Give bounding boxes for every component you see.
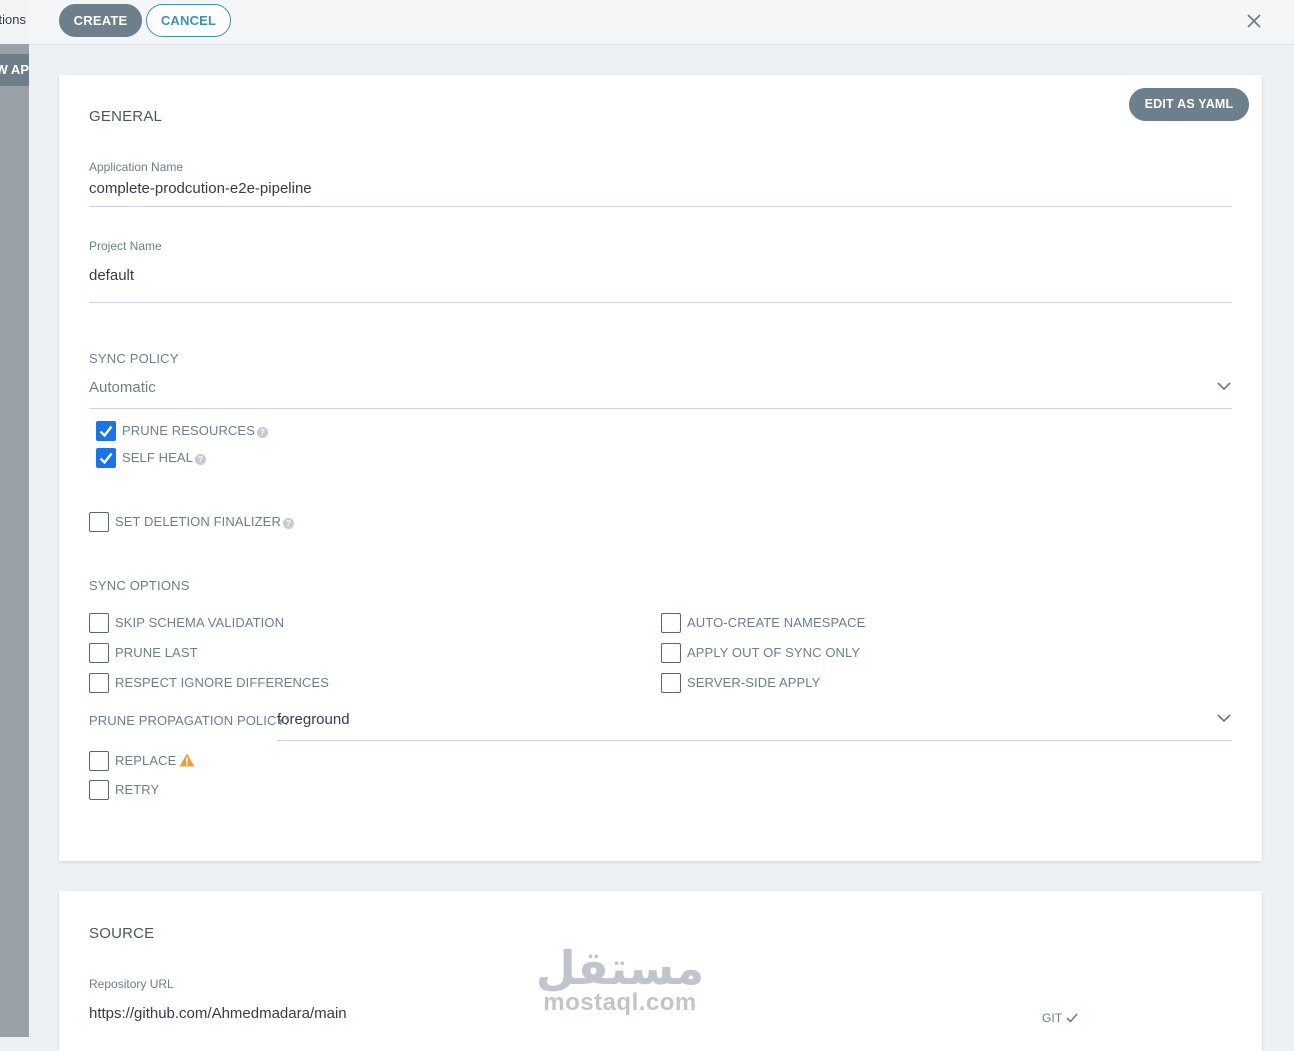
panel-toolbar: CREATE CANCEL <box>29 0 1294 45</box>
auto-create-namespace-checkbox[interactable] <box>661 613 681 633</box>
self-heal-checkbox[interactable] <box>96 448 116 468</box>
sync-policy-underline <box>89 408 1232 409</box>
set-deletion-finalizer-text: SET DELETION FINALIZER <box>115 514 281 529</box>
general-section-title: GENERAL <box>89 108 163 125</box>
respect-ignore-differences-checkbox[interactable] <box>89 673 109 693</box>
sidebar-nav-item[interactable]: tions <box>0 0 29 44</box>
cancel-button[interactable]: CANCEL <box>146 4 231 37</box>
server-side-apply-checkbox[interactable] <box>661 673 681 693</box>
prune-last-checkbox[interactable] <box>89 643 109 663</box>
close-icon[interactable] <box>1243 10 1265 32</box>
chevron-down-icon <box>1217 714 1231 723</box>
retry-checkbox[interactable] <box>89 780 109 800</box>
server-side-apply-label: SERVER-SIDE APPLY <box>687 675 821 690</box>
prune-propagation-value: foreground <box>277 711 350 728</box>
help-icon[interactable]: ? <box>282 518 294 529</box>
sidebar-new-app-button[interactable]: W AP <box>0 54 29 86</box>
prune-resources-text: PRUNE RESOURCES <box>122 423 255 438</box>
skip-schema-validation-checkbox[interactable] <box>89 613 109 633</box>
checkmark-icon <box>99 452 113 465</box>
watermark-arabic: مستقل <box>535 941 705 995</box>
sidebar-nav-label: tions <box>0 12 26 27</box>
warning-icon[interactable] <box>179 753 195 767</box>
project-name-underline <box>89 302 1232 303</box>
sync-options-title: SYNC OPTIONS <box>89 578 190 593</box>
watermark-logo: مستقل mostaql.com <box>535 945 705 1015</box>
application-name-input[interactable]: complete-prodcution-e2e-pipeline <box>89 180 312 197</box>
auto-create-namespace-label: AUTO-CREATE NAMESPACE <box>687 615 866 630</box>
repo-type-label: GIT <box>1042 1011 1063 1025</box>
edit-as-yaml-button[interactable]: EDIT AS YAML <box>1129 88 1249 121</box>
retry-label: RETRY <box>115 782 160 797</box>
project-name-label: Project Name <box>89 239 162 253</box>
application-name-underline <box>89 206 1232 207</box>
prune-resources-checkbox[interactable] <box>96 421 116 441</box>
prune-last-label: PRUNE LAST <box>115 645 198 660</box>
prune-propagation-underline <box>277 740 1232 741</box>
prune-resources-label: PRUNE RESOURCES? <box>122 423 268 438</box>
general-card: EDIT AS YAML GENERAL Application Name co… <box>59 75 1262 861</box>
create-application-panel: CREATE CANCEL EDIT AS YAML GENERAL Appli… <box>29 0 1294 1051</box>
help-icon[interactable]: ? <box>256 427 268 438</box>
repo-type-selector[interactable]: GIT <box>1042 1011 1078 1025</box>
repository-url-input[interactable]: https://github.com/Ahmedmadara/main <box>89 1005 347 1022</box>
set-deletion-finalizer-label: SET DELETION FINALIZER? <box>115 514 294 529</box>
project-name-input[interactable]: default <box>89 267 134 284</box>
checkmark-icon <box>99 425 113 438</box>
chevron-down-icon <box>1217 382 1231 391</box>
respect-ignore-differences-label: RESPECT IGNORE DIFFERENCES <box>115 675 330 690</box>
source-section-title: SOURCE <box>89 925 155 942</box>
replace-checkbox[interactable] <box>89 751 109 771</box>
watermark-latin: mostaql.com <box>543 989 697 1016</box>
skip-schema-validation-label: SKIP SCHEMA VALIDATION <box>115 615 285 630</box>
sync-policy-value: Automatic <box>89 379 156 396</box>
apply-out-of-sync-only-checkbox[interactable] <box>661 643 681 663</box>
sync-policy-title: SYNC POLICY <box>89 351 179 366</box>
repository-url-label: Repository URL <box>89 977 174 991</box>
apply-out-of-sync-only-label: APPLY OUT OF SYNC ONLY <box>687 645 861 660</box>
background-sidebar: tions W AP <box>0 0 29 1037</box>
prune-propagation-label: PRUNE PROPAGATION POLICY: <box>89 713 289 728</box>
self-heal-label: SELF HEAL? <box>122 450 206 465</box>
self-heal-text: SELF HEAL <box>122 450 193 465</box>
replace-text: REPLACE <box>115 753 177 768</box>
set-deletion-finalizer-checkbox[interactable] <box>89 512 109 532</box>
sidebar-new-app-label: W AP <box>0 62 29 77</box>
replace-label: REPLACE <box>115 753 195 768</box>
create-button[interactable]: CREATE <box>59 4 142 37</box>
check-icon <box>1065 1013 1078 1023</box>
application-name-label: Application Name <box>89 160 184 174</box>
help-icon[interactable]: ? <box>195 454 206 465</box>
